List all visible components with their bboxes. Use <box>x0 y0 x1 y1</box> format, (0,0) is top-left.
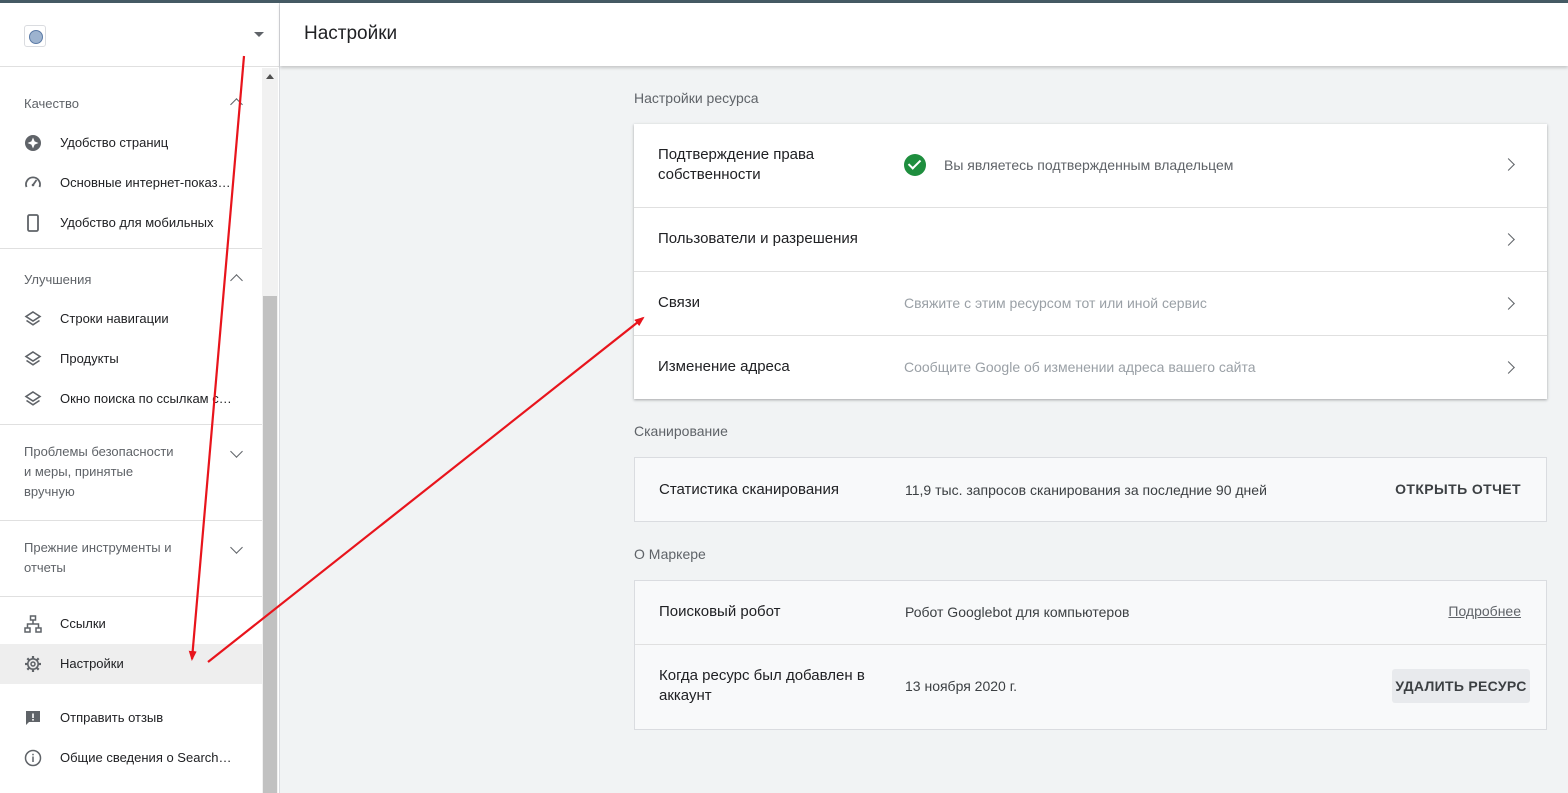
page-header: Настройки <box>280 3 1568 66</box>
gear-icon <box>25 656 41 672</box>
info-icon <box>24 749 42 767</box>
property-name <box>56 15 226 49</box>
resource-settings-card: Подтверждение права собственности Вы явл… <box>634 124 1547 399</box>
sidebar-item-settings[interactable]: Настройки <box>0 644 262 684</box>
about-title: О Маркере <box>634 546 706 562</box>
sidebar-item-label: Настройки <box>60 656 124 671</box>
caret-down-icon[interactable] <box>254 32 264 37</box>
row-description: Свяжите с этим ресурсом тот или иной сер… <box>904 295 1207 311</box>
verified-check-icon <box>904 154 926 176</box>
sidebar-item-label: Основные интернет-показатели <box>60 175 235 190</box>
row-description: Вы являетесь подтвержденным владельцем <box>944 157 1234 173</box>
row-label: Пользователи и разрешения <box>658 230 858 247</box>
chevron-right-icon <box>1502 361 1515 374</box>
row-label: Связи <box>658 294 701 311</box>
change-of-address-row[interactable]: Изменение адреса Сообщите Google об изме… <box>634 336 1547 399</box>
crawler-row: Поисковый робот Робот Googlebot для комп… <box>635 581 1546 645</box>
section-tools: Ссылки Настройки <box>0 596 262 692</box>
crawling-title: Сканирование <box>634 423 728 439</box>
sidebar-item-label: Общие сведения о Search Console <box>60 750 235 765</box>
section-title-legacy: Прежние инструменты и отчеты <box>24 540 172 575</box>
sidebar-item-page-experience[interactable]: Удобство страниц <box>0 123 262 163</box>
section-title-security: Проблемы безопасности и меры, принятые в… <box>24 444 174 499</box>
section-quality: Качество Удобство страниц Основные интер… <box>0 72 262 248</box>
sidebar-item-breadcrumbs[interactable]: Строки навигации <box>0 299 262 339</box>
sidebar-item-feedback[interactable]: Отправить отзыв <box>0 698 262 738</box>
date-added-label: Когда ресурс был добавлен в аккаунт <box>659 667 865 704</box>
page-title: Настройки <box>304 23 398 44</box>
users-permissions-row[interactable]: Пользователи и разрешения <box>634 208 1547 272</box>
row-label: Подтверждение права собственности <box>658 146 815 183</box>
resource-settings-title: Настройки ресурса <box>634 90 759 106</box>
sidebar-item-about[interactable]: Общие сведения о Search Console <box>0 738 262 778</box>
row-label: Изменение адреса <box>658 358 790 375</box>
sidebar-item-products[interactable]: Продукты <box>0 339 262 379</box>
sidebar-item-core-web-vitals[interactable]: Основные интернет-показатели <box>0 163 262 203</box>
page-experience-icon <box>25 135 41 151</box>
sidebar-item-links[interactable]: Ссылки <box>0 604 262 644</box>
sidebar-item-sitelinks-searchbox[interactable]: Окно поиска по ссылкам сайта <box>0 379 262 419</box>
layers-icon <box>24 391 42 406</box>
chevron-up-icon[interactable] <box>230 274 243 287</box>
sidebar-item-label: Продукты <box>60 351 119 366</box>
chevron-right-icon <box>1502 233 1515 246</box>
associations-row[interactable]: Связи Свяжите с этим ресурсом тот или ин… <box>634 272 1547 336</box>
speedometer-icon <box>25 176 41 188</box>
open-report-button[interactable]: ОТКРЫТЬ ОТЧЕТ <box>1395 481 1521 497</box>
date-added-value: 13 ноября 2020 г. <box>905 678 1017 694</box>
chevron-right-icon <box>1502 297 1515 310</box>
scroll-up-arrow-icon[interactable] <box>266 74 274 79</box>
sidebar-item-mobile-usability[interactable]: Удобство для мобильных <box>0 203 262 243</box>
sidebar-item-label: Отправить отзыв <box>60 710 164 725</box>
section-legacy-tools[interactable]: Прежние инструменты и отчеты <box>0 520 262 596</box>
sidebar-item-label: Окно поиска по ссылкам сайта <box>60 391 235 406</box>
crawl-stats-label: Статистика сканирования <box>659 481 839 498</box>
row-description: Сообщите Google об изменении адреса ваше… <box>904 359 1256 375</box>
layers-icon <box>24 311 42 326</box>
sidebar-scrollbar[interactable] <box>262 68 278 793</box>
about-card: Поисковый робот Робот Googlebot для комп… <box>634 580 1547 730</box>
sidebar-item-label: Удобство для мобильных <box>60 215 214 230</box>
sidebar-nav: Качество Удобство страниц Основные интер… <box>0 68 262 793</box>
globe-icon <box>24 25 46 47</box>
chevron-up-icon[interactable] <box>230 98 243 111</box>
crawl-stats-description: 11,9 тыс. запросов сканирования за после… <box>905 482 1267 498</box>
section-footer: Отправить отзыв Общие сведения о Search … <box>0 692 262 792</box>
section-security[interactable]: Проблемы безопасности и меры, принятые в… <box>0 424 262 520</box>
mobile-phone-icon <box>27 214 39 232</box>
chevron-down-icon[interactable] <box>230 445 243 458</box>
chevron-right-icon <box>1502 158 1515 171</box>
crawler-label: Поисковый робот <box>659 603 781 620</box>
sidebar-item-label: Строки навигации <box>60 311 169 326</box>
sitemap-icon <box>24 615 42 633</box>
sidebar-item-label: Ссылки <box>60 616 106 631</box>
property-selector[interactable] <box>0 3 279 67</box>
sidebar-item-label: Удобство страниц <box>60 135 169 150</box>
sidebar: Качество Удобство страниц Основные интер… <box>0 3 280 793</box>
ownership-verification-row[interactable]: Подтверждение права собственности Вы явл… <box>634 124 1547 208</box>
chevron-down-icon[interactable] <box>230 541 243 554</box>
date-added-row: Когда ресурс был добавлен в аккаунт 13 н… <box>635 645 1546 729</box>
section-enhancements: Улучшения Строки навигации Продукты Окно… <box>0 248 262 424</box>
section-title-quality: Качество <box>24 96 79 111</box>
learn-more-link[interactable]: Подробнее <box>1448 603 1521 619</box>
layers-icon <box>24 351 42 366</box>
crawling-card: Статистика сканирования 11,9 тыс. запрос… <box>634 457 1547 522</box>
remove-property-button[interactable]: УДАЛИТЬ РЕСУРС <box>1392 669 1530 703</box>
scrollbar-thumb[interactable] <box>263 296 277 793</box>
crawler-value: Робот Googlebot для компьютеров <box>905 604 1130 620</box>
feedback-icon <box>26 711 40 725</box>
section-title-enhancements: Улучшения <box>24 272 92 287</box>
